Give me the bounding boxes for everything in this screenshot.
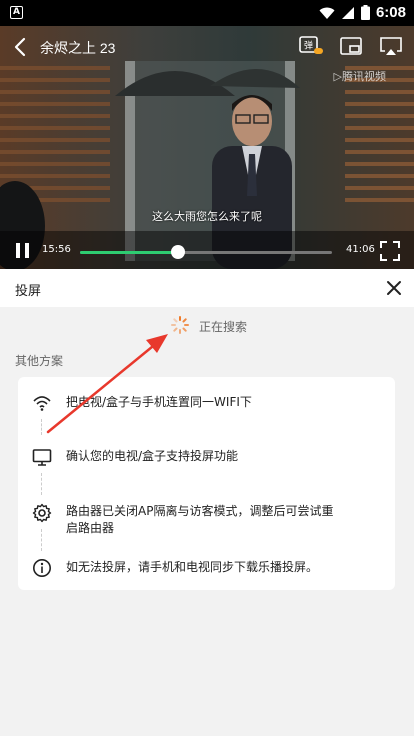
- progress-knob[interactable]: [171, 245, 186, 259]
- device-search-status: 正在搜索: [0, 307, 414, 343]
- video-player[interactable]: 余烬之上 23 弹 ▷腾讯视频 这么大雨您怎么来了呢 15:56 41:06: [0, 26, 414, 269]
- step-connector: [41, 473, 42, 495]
- pause-icon-bar: [25, 243, 29, 258]
- cast-panel-header: 投屏: [0, 269, 414, 307]
- airplay-icon[interactable]: [378, 34, 404, 58]
- danmaku-icon[interactable]: 弹: [298, 34, 324, 58]
- cast-title: 投屏: [15, 284, 42, 299]
- close-button[interactable]: [385, 279, 403, 297]
- close-icon: [387, 281, 401, 295]
- fullscreen-icon: [380, 241, 400, 261]
- gear-icon: [32, 503, 52, 523]
- watermark: ▷腾讯视频: [333, 70, 386, 83]
- back-icon: [14, 37, 26, 57]
- step-text: 把电视/盒子与手机连置同一WIFI下: [66, 395, 252, 409]
- pause-icon: [16, 243, 20, 258]
- loading-spinner-icon: [171, 316, 189, 334]
- current-time: 15:56: [42, 244, 71, 255]
- step-connector: [41, 529, 42, 551]
- back-button[interactable]: [8, 34, 34, 60]
- total-time: 41:06: [346, 244, 375, 255]
- system-icons: 6:08: [319, 4, 406, 21]
- battery-icon: [360, 5, 370, 20]
- other-solutions-title: 其他方案: [15, 354, 64, 368]
- tv-icon: [32, 449, 52, 466]
- pause-button[interactable]: [14, 242, 32, 260]
- progress-fill: [80, 251, 179, 254]
- fullscreen-button[interactable]: [379, 240, 401, 262]
- video-title: 余烬之上 23: [40, 40, 116, 56]
- picture-in-picture-icon[interactable]: [338, 34, 364, 58]
- step-connector: [41, 419, 42, 435]
- step-text: 路由器已关闭AP隔离与访客模式，调整后可尝试重启路由器: [66, 504, 334, 535]
- wifi-status-icon: [319, 7, 335, 19]
- searching-label: 正在搜索: [199, 320, 248, 334]
- info-icon: [33, 559, 51, 577]
- wifi-icon: [33, 396, 51, 411]
- app-notification-icon: A: [10, 6, 23, 19]
- step-text: 如无法投屏，请手机和电视同步下载乐播投屏。: [66, 560, 319, 574]
- player-top-actions: 弹: [298, 34, 404, 58]
- svg-text:弹: 弹: [304, 40, 313, 52]
- status-bar: A 6:08: [0, 0, 414, 26]
- progress-bar[interactable]: [80, 245, 332, 259]
- step-text: 确认您的电视/盒子支持投屏功能: [66, 449, 239, 463]
- troubleshoot-card: 把电视/盒子与手机连置同一WIFI下 确认您的电视/盒子支持投屏功能 路由器已关…: [18, 377, 395, 590]
- playback-controls: 15:56 41:06: [0, 232, 414, 269]
- clock: 6:08: [375, 4, 406, 21]
- signal-icon: [341, 6, 354, 19]
- subtitle: 这么大雨您怎么来了呢: [152, 210, 262, 223]
